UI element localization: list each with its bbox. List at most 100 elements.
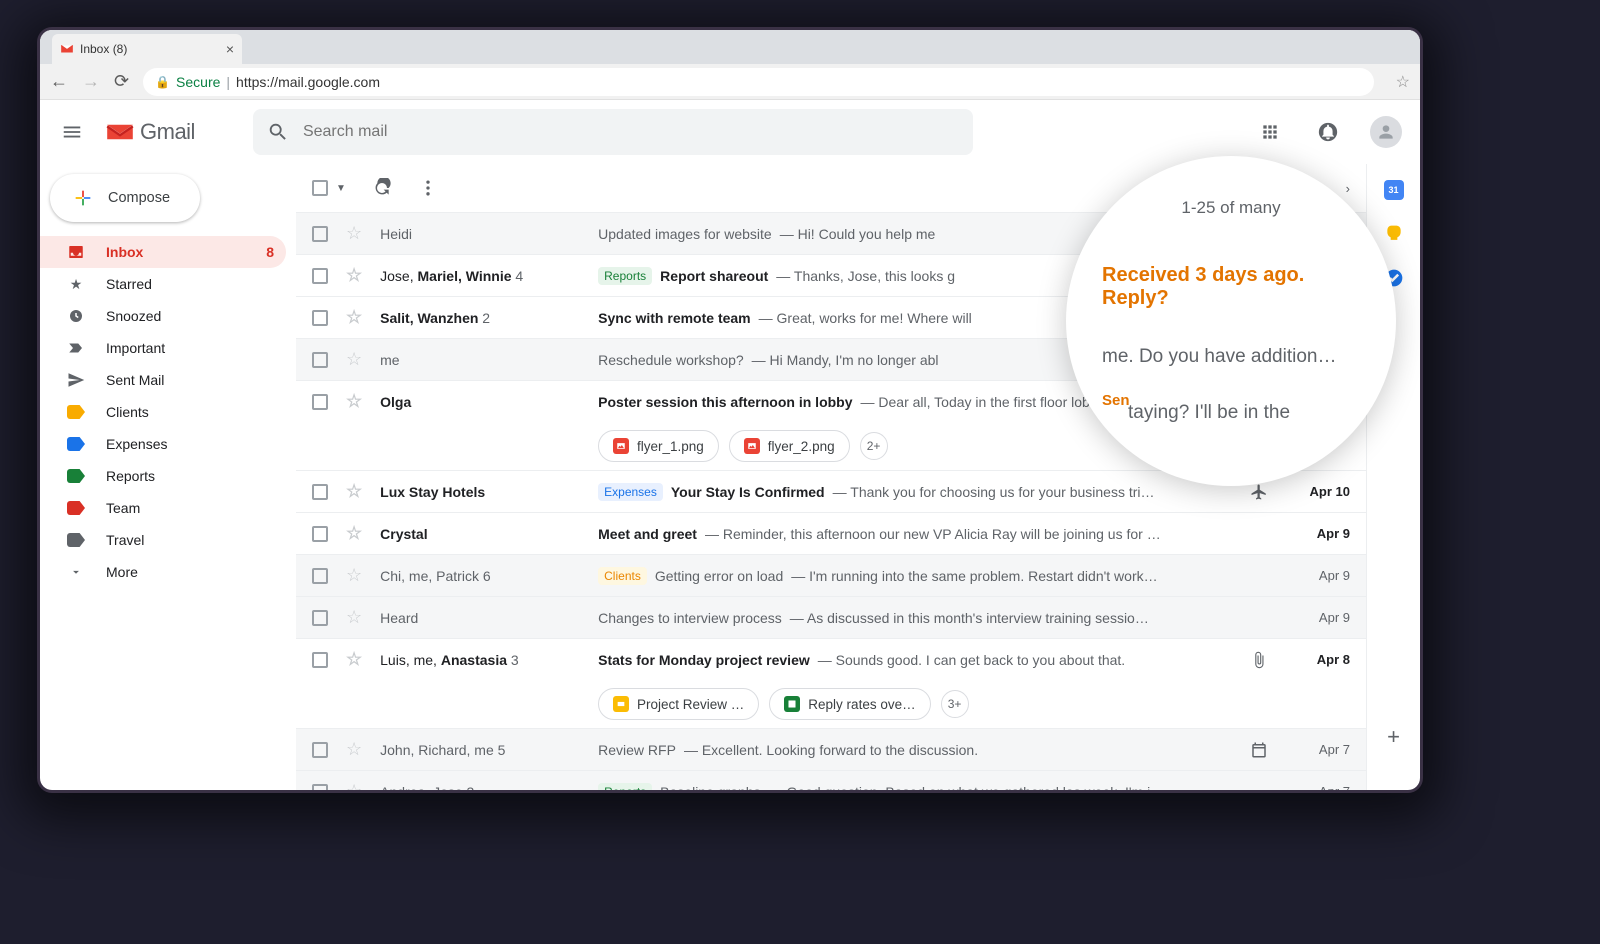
message-row[interactable]: ☆Chi, me, Patrick 6ClientsGetting error … — [296, 554, 1366, 596]
keep-addon-icon[interactable] — [1384, 224, 1404, 244]
sender: Luis, me, Anastasia 3 — [380, 652, 580, 668]
sender: John, Richard, me 5 — [380, 742, 580, 758]
label-icon — [66, 469, 86, 483]
snippet: — Thank you for choosing us for your bus… — [833, 484, 1155, 500]
browser-tab[interactable]: Inbox (8) × — [52, 34, 242, 64]
sidebar-item-more[interactable]: More — [40, 556, 286, 588]
sidebar-item-starred[interactable]: ★Starred — [40, 268, 286, 300]
plus-multicolor-icon — [72, 187, 94, 209]
row-checkbox[interactable] — [312, 742, 328, 758]
attachment-chip[interactable]: flyer_2.png — [729, 430, 850, 462]
bubble-line-3: taying? I'll be in the — [1102, 402, 1360, 424]
forward-icon[interactable]: → — [82, 71, 100, 92]
star-toggle-icon[interactable]: ☆ — [346, 223, 362, 244]
browser-window: Inbox (8) × ← → ⟳ 🔒 Secure | https://mai… — [40, 30, 1420, 790]
sidebar-item-inbox[interactable]: Inbox 8 — [40, 236, 286, 268]
nav-label: More — [106, 564, 138, 580]
address-bar[interactable]: 🔒 Secure | https://mail.google.com — [143, 68, 1374, 96]
subject-snippet: ClientsGetting error on load — I'm runni… — [598, 567, 1272, 585]
compose-button[interactable]: Compose — [50, 174, 200, 222]
more-icon[interactable] — [418, 178, 438, 198]
message-row[interactable]: ☆Luis, me, Anastasia 3Stats for Monday p… — [296, 638, 1366, 680]
sender: Salit, Wanzhen 2 — [380, 310, 580, 326]
notifications-icon[interactable] — [1308, 112, 1348, 152]
star-toggle-icon[interactable]: ☆ — [346, 349, 362, 370]
attachment-chip[interactable]: Project Review … — [598, 688, 759, 720]
nav-label: Travel — [106, 532, 144, 548]
star-toggle-icon[interactable]: ☆ — [346, 307, 362, 328]
search-input[interactable] — [303, 123, 959, 141]
bookmark-star-icon[interactable]: ☆ — [1396, 72, 1410, 92]
chip-label: Project Review … — [637, 697, 744, 712]
row-checkbox[interactable] — [312, 484, 328, 500]
row-checkbox[interactable] — [312, 268, 328, 284]
more-attachments-count[interactable]: 3+ — [941, 690, 969, 718]
sidebar-item-snoozed[interactable]: Snoozed — [40, 300, 286, 332]
row-checkbox[interactable] — [312, 226, 328, 242]
star-toggle-icon[interactable]: ☆ — [346, 265, 362, 286]
snippet: — Hi Mandy, I'm no longer abl — [752, 352, 939, 368]
refresh-icon[interactable] — [372, 178, 392, 198]
search-bar[interactable] — [253, 109, 973, 155]
star-toggle-icon[interactable]: ☆ — [346, 391, 362, 412]
apps-grid-icon[interactable] — [1250, 112, 1290, 152]
message-row[interactable]: ☆Andrea, Jose 3ReportsBaseline graphs — … — [296, 770, 1366, 790]
chevron-down-icon — [66, 565, 86, 579]
label-icon — [66, 405, 86, 419]
message-row[interactable]: ☆John, Richard, me 5Review RFP — Excelle… — [296, 728, 1366, 770]
star-toggle-icon[interactable]: ☆ — [346, 649, 362, 670]
row-checkbox[interactable] — [312, 394, 328, 410]
inbox-count: 8 — [266, 244, 274, 260]
sidebar-item-clients[interactable]: Clients — [40, 396, 286, 428]
sidebar-item-travel[interactable]: Travel — [40, 524, 286, 556]
lock-icon: 🔒 — [155, 75, 170, 89]
row-checkbox[interactable] — [312, 784, 328, 791]
calendar-addon-icon[interactable]: 31 — [1384, 180, 1404, 200]
message-row[interactable]: ☆HeardChanges to interview process — As … — [296, 596, 1366, 638]
next-page-icon[interactable]: › — [1346, 181, 1350, 196]
main-menu-icon[interactable] — [48, 108, 96, 156]
row-checkbox[interactable] — [312, 568, 328, 584]
row-checkbox[interactable] — [312, 652, 328, 668]
back-icon[interactable]: ← — [50, 71, 68, 92]
sidebar-item-important[interactable]: Important — [40, 332, 286, 364]
sheets-file-icon — [784, 696, 800, 712]
star-toggle-icon[interactable]: ☆ — [346, 607, 362, 628]
select-dropdown-icon[interactable]: ▼ — [336, 183, 346, 194]
star-toggle-icon[interactable]: ☆ — [346, 523, 362, 544]
star-toggle-icon[interactable]: ☆ — [346, 739, 362, 760]
row-checkbox[interactable] — [312, 610, 328, 626]
gmail-favicon-icon — [60, 42, 74, 56]
row-checkbox[interactable] — [312, 310, 328, 326]
sidebar: Compose Inbox 8 ★Starred Snoozed Importa… — [40, 164, 296, 790]
message-row[interactable]: ☆CrystalMeet and greet — Reminder, this … — [296, 512, 1366, 554]
gmail-logo[interactable]: Gmail — [104, 119, 195, 145]
close-tab-icon[interactable]: × — [226, 41, 234, 57]
attachment-chip[interactable]: flyer_1.png — [598, 430, 719, 462]
star-toggle-icon[interactable]: ☆ — [346, 781, 362, 790]
category-label: Expenses — [598, 483, 663, 501]
subject: Meet and greet — [598, 526, 697, 542]
select-all-checkbox[interactable] — [312, 180, 328, 196]
date: Apr 9 — [1290, 568, 1350, 583]
attachment-chip[interactable]: Reply rates ove… — [769, 688, 930, 720]
category-label: Clients — [598, 567, 647, 585]
row-checkbox[interactable] — [312, 352, 328, 368]
row-checkbox[interactable] — [312, 526, 328, 542]
account-avatar[interactable] — [1366, 112, 1406, 152]
reload-icon[interactable]: ⟳ — [114, 71, 129, 92]
sidebar-item-reports[interactable]: Reports — [40, 460, 286, 492]
sender: Andrea, Jose 3 — [380, 784, 580, 791]
sidebar-item-team[interactable]: Team — [40, 492, 286, 524]
date: Apr 7 — [1290, 742, 1350, 757]
browser-chrome: Inbox (8) × ← → ⟳ 🔒 Secure | https://mai… — [40, 30, 1420, 100]
add-addon-icon[interactable]: + — [1387, 724, 1400, 750]
sender: Olga — [380, 394, 580, 410]
more-attachments-count[interactable]: 2+ — [860, 432, 888, 460]
star-toggle-icon[interactable]: ☆ — [346, 565, 362, 586]
sender: me — [380, 352, 580, 368]
sidebar-item-expenses[interactable]: Expenses — [40, 428, 286, 460]
star-toggle-icon[interactable]: ☆ — [346, 481, 362, 502]
sender: Heidi — [380, 226, 580, 242]
sidebar-item-sent[interactable]: Sent Mail — [40, 364, 286, 396]
